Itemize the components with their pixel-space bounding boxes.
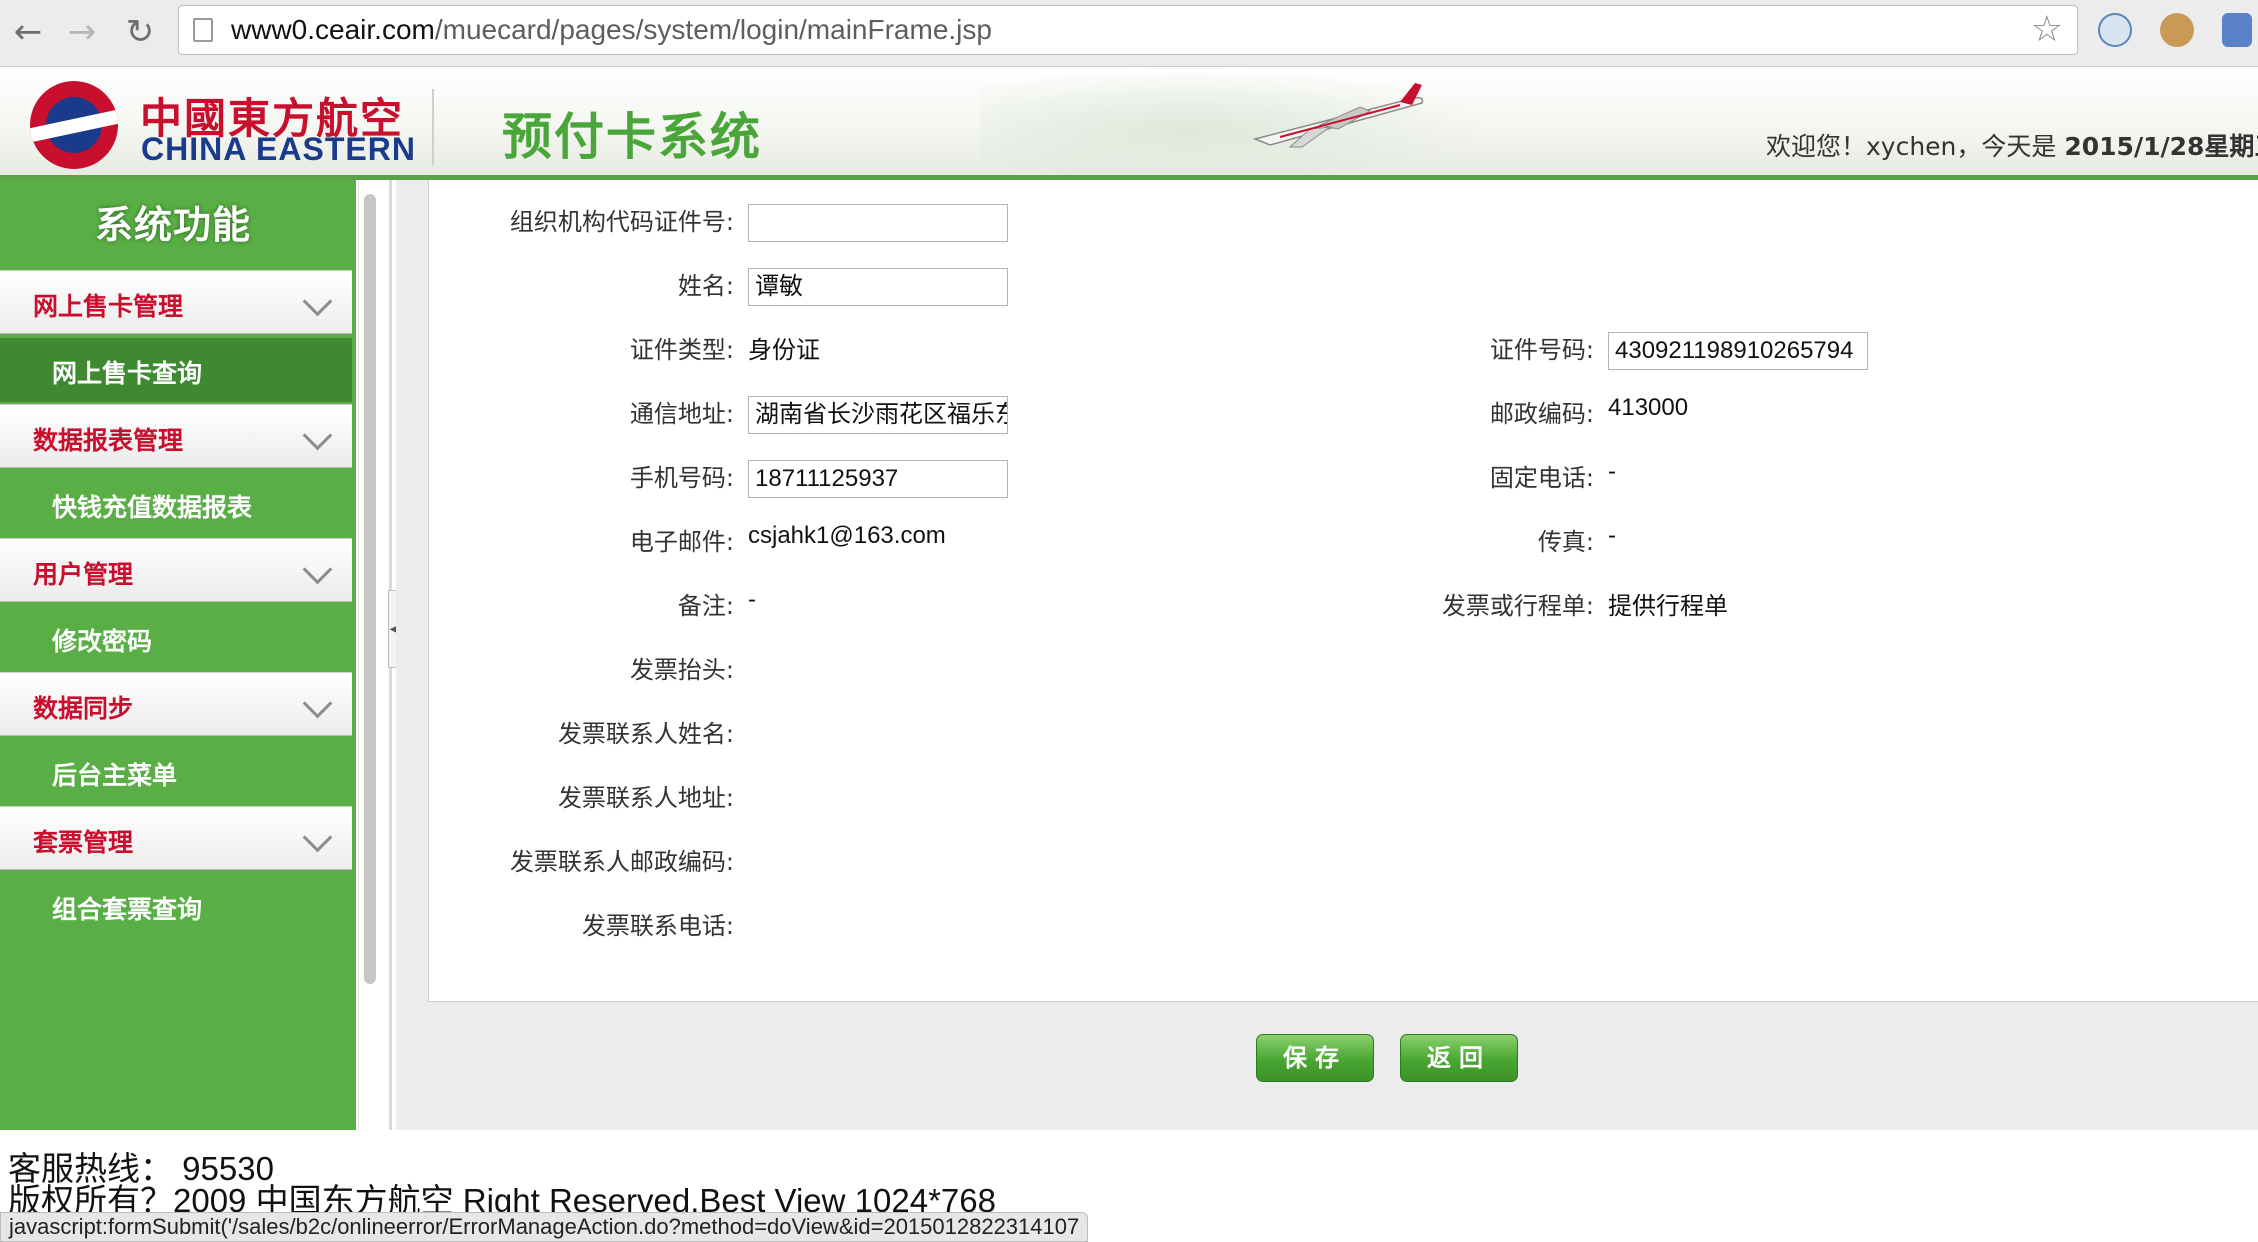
sidebar-title: 系统功能: [94, 203, 251, 247]
menu-item-label: 快钱充值数据报表: [52, 493, 253, 522]
menu-item-change-password[interactable]: 修改密码: [0, 606, 352, 670]
forward-arrow-icon[interactable]: →: [60, 10, 104, 54]
search-extension-icon[interactable]: [2098, 13, 2132, 47]
menu-item-label: 修改密码: [52, 627, 153, 656]
address-label: 通信地址:: [629, 400, 734, 428]
invoice-postcode-label: 发票联系人邮政编码:: [509, 848, 734, 876]
welcome-message: 欢迎您！xychen，今天是 2015/1/28星期三: [1766, 127, 2258, 163]
email-value: csjahk1@163.com: [748, 522, 946, 549]
logo-divider: [432, 89, 434, 165]
invoice-address-label: 发票联系人地址:: [557, 784, 734, 812]
fax-value: -: [1608, 522, 1616, 549]
fax-label: 传真:: [1537, 528, 1594, 556]
phone-label: 固定电话:: [1489, 464, 1594, 492]
system-title: 预付卡系统: [502, 108, 762, 166]
menu-group-online-card[interactable]: 网上售卡管理: [0, 270, 352, 334]
menu-item-backend-main-menu[interactable]: 后台主菜单: [0, 740, 352, 804]
postcode-label: 邮政编码:: [1489, 400, 1594, 428]
menu-group-user-management[interactable]: 用户管理: [0, 538, 352, 602]
org-code-input[interactable]: [748, 204, 1008, 242]
airplane-icon: [1252, 83, 1424, 148]
back-button[interactable]: 返回: [1400, 1034, 1518, 1082]
chevron-down-icon: [302, 822, 333, 853]
org-code-label: 组织机构代码证件号:: [509, 208, 734, 236]
chevron-down-icon: [302, 554, 333, 585]
menu-group-label: 数据同步: [33, 694, 134, 723]
menu-item-package-query[interactable]: 组合套票查询: [0, 874, 352, 938]
welcome-prefix: 欢迎您！xychen，今天是: [1766, 132, 2065, 161]
sidebar-scroll-thumb[interactable]: [364, 194, 376, 984]
postcode-value: 413000: [1608, 394, 1689, 421]
id-type-value: 身份证: [748, 337, 820, 364]
menu-group-label: 网上售卡管理: [33, 292, 184, 321]
browser-toolbar: ← → ↻ www0.ceair.com/muecard/pages/syste…: [0, 0, 2258, 67]
back-arrow-icon[interactable]: ←: [6, 10, 50, 54]
chevron-down-icon: [302, 286, 333, 317]
welcome-date: 2015/1/28星期三: [2064, 132, 2258, 161]
cookie-extension-icon[interactable]: [2160, 13, 2194, 47]
sidebar: 系统功能 网上售卡管理 网上售卡查询 数据报表管理 快钱充值数据报表 用户管理 …: [0, 180, 356, 1130]
url-path: /muecard/pages/system/login/mainFrame.js…: [434, 14, 992, 45]
remark-label: 备注:: [677, 592, 734, 620]
save-button[interactable]: 保存: [1256, 1034, 1374, 1082]
url-text[interactable]: www0.ceair.com/muecard/pages/system/logi…: [231, 14, 992, 46]
invoice-type-value: 提供行程单: [1608, 593, 1728, 620]
phone-value: -: [1608, 458, 1616, 485]
invoice-title-label: 发票抬头:: [629, 656, 734, 684]
mobile-input[interactable]: 18711125937: [748, 460, 1008, 498]
bookmark-star-icon[interactable]: ☆: [2031, 10, 2063, 50]
invoice-contact-label: 发票联系人姓名:: [557, 720, 734, 748]
chevron-down-icon: [302, 420, 333, 451]
name-label: 姓名:: [677, 272, 734, 300]
logo-text-en: CHINA EASTERN: [141, 131, 416, 167]
address-input[interactable]: 湖南省长沙雨花区福乐东: [748, 396, 1008, 434]
reload-icon[interactable]: ↻: [118, 10, 162, 54]
account-extension-icon[interactable]: [2222, 13, 2252, 47]
remark-value: -: [748, 586, 756, 613]
status-bar-link-preview: javascript:formSubmit('/sales/b2c/online…: [0, 1212, 1089, 1242]
menu-group-label: 用户管理: [33, 560, 134, 589]
menu-group-label: 数据报表管理: [33, 426, 184, 455]
menu-item-label: 组合套票查询: [52, 895, 203, 924]
chevron-down-icon: [302, 688, 333, 719]
menu-group-data-sync[interactable]: 数据同步: [0, 672, 352, 736]
menu-item-label: 网上售卡查询: [52, 359, 203, 388]
menu-item-recharge-report[interactable]: 快钱充值数据报表: [0, 472, 352, 536]
site-header: 中國東方航空 CHINA EASTERN 预付卡系统 欢迎您！xychen，今天…: [0, 67, 2258, 180]
menu-group-data-report[interactable]: 数据报表管理: [0, 404, 352, 468]
invoice-type-label: 发票或行程单:: [1441, 592, 1594, 620]
china-eastern-logo-icon: [30, 81, 118, 169]
menu-item-online-card-query[interactable]: 网上售卡查询: [0, 338, 352, 402]
mobile-label: 手机号码:: [629, 464, 734, 492]
email-label: 电子邮件:: [629, 528, 734, 556]
page-icon: [193, 18, 213, 42]
address-bar[interactable]: www0.ceair.com/muecard/pages/system/logi…: [178, 5, 2078, 55]
id-number-input[interactable]: 430921198910265794: [1608, 332, 1868, 370]
menu-group-ticket-package[interactable]: 套票管理: [0, 806, 352, 870]
menu-group-label: 套票管理: [33, 828, 134, 857]
id-number-label: 证件号码:: [1489, 336, 1594, 364]
url-host: www0.ceair.com: [231, 14, 435, 45]
name-input[interactable]: 谭敏: [748, 268, 1008, 306]
menu-item-label: 后台主菜单: [52, 761, 178, 790]
invoice-phone-label: 发票联系电话:: [581, 912, 734, 940]
id-type-label: 证件类型:: [629, 336, 734, 364]
